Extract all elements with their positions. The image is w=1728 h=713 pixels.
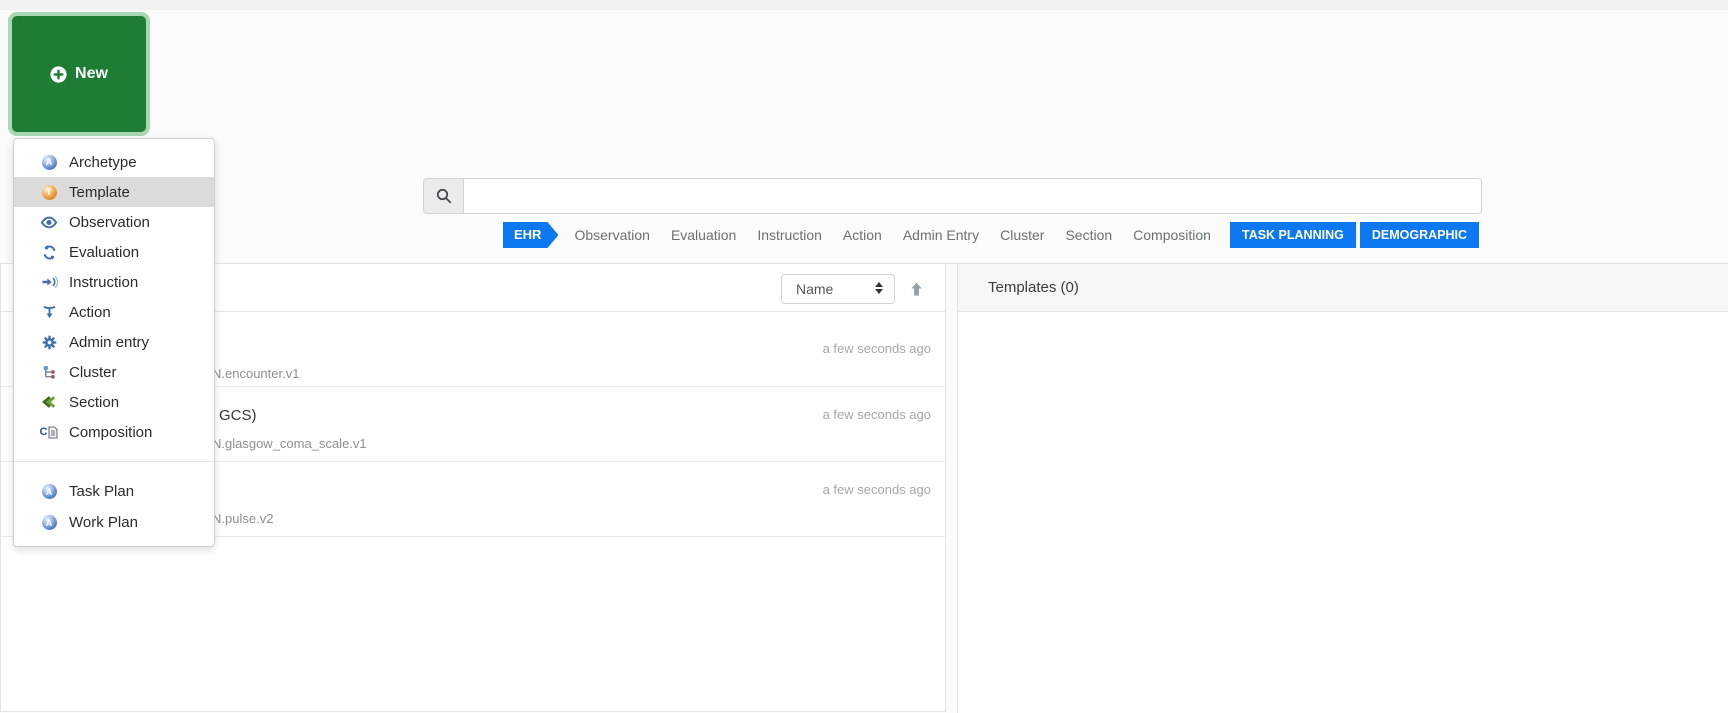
menu-item-work-plan[interactable]: A Work Plan [14,507,214,538]
new-button-label: New [75,65,108,83]
eye-icon [39,213,59,231]
search-bar [423,178,1482,214]
search-input[interactable] [463,178,1482,214]
archetype-id: N.glasgow_coma_scale.v1 [212,436,367,451]
gear-icon [39,333,59,351]
plus-circle-icon [50,66,67,83]
filter-action[interactable]: Action [843,222,882,248]
menu-item-label: Cluster [69,364,117,381]
template-icon: T [39,183,59,201]
filter-composition[interactable]: Composition [1133,222,1211,248]
select-caret-icon [875,282,883,294]
menu-item-composition[interactable]: C Composition [14,417,214,447]
filter-section[interactable]: Section [1065,222,1112,248]
menu-item-action[interactable]: Action [14,297,214,327]
menu-item-label: Observation [69,214,150,231]
filter-bar: EHR Observation Evaluation Instruction A… [503,222,1479,248]
menu-item-label: Section [69,394,119,411]
menu-item-section[interactable]: Section [14,387,214,417]
refresh-cycle-icon [39,243,59,261]
modified-timestamp: a few seconds ago [823,407,931,422]
archetype-id: N.pulse.v2 [212,511,273,526]
task-plan-icon: A [39,483,59,501]
arrow-waves-icon [39,273,59,291]
menu-item-observation[interactable]: Observation [14,207,214,237]
new-dropdown-menu: A Archetype T Template Observation Evalu… [13,138,215,547]
menu-item-label: Archetype [69,154,137,171]
menu-divider [14,461,214,462]
templates-panel: Templates (0) [957,263,1728,713]
menu-item-template[interactable]: T Template [14,177,214,207]
menu-item-label: Work Plan [69,514,138,531]
action-pin-icon [39,303,59,321]
menu-item-archetype[interactable]: A Archetype [14,147,214,177]
filter-observation[interactable]: Observation [574,222,649,248]
menu-item-label: Evaluation [69,244,139,261]
search-icon [436,188,452,204]
special-filter-group: TASK PLANNING DEMOGRAPHIC [1230,222,1479,248]
cluster-tree-icon [39,363,59,381]
archetype-title: GCS) [219,407,257,424]
modified-timestamp: a few seconds ago [823,341,931,356]
sort-by-value: Name [796,281,833,297]
menu-item-label: Admin entry [69,334,149,351]
menu-item-label: Template [69,184,130,201]
templates-panel-title: Templates (0) [958,264,1728,312]
chevron-left-icon [39,393,59,411]
filter-admin-entry[interactable]: Admin Entry [903,222,979,248]
menu-item-label: Action [69,304,111,321]
menu-item-evaluation[interactable]: Evaluation [14,237,214,267]
filter-task-planning[interactable]: TASK PLANNING [1230,222,1356,248]
filter-demographic[interactable]: DEMOGRAPHIC [1360,222,1479,248]
menu-item-task-plan[interactable]: A Task Plan [14,476,214,507]
composition-doc-icon: C [39,423,59,441]
menu-item-label: Instruction [69,274,138,291]
modified-timestamp: a few seconds ago [823,482,931,497]
filter-ehr[interactable]: EHR [503,222,558,248]
filter-instruction[interactable]: Instruction [757,222,822,248]
sort-direction-button[interactable] [904,277,928,301]
menu-item-cluster[interactable]: Cluster [14,357,214,387]
filter-evaluation[interactable]: Evaluation [671,222,736,248]
new-button[interactable]: New [12,16,146,132]
search-addon [423,178,463,214]
filter-cluster[interactable]: Cluster [1000,222,1044,248]
menu-item-label: Composition [69,424,152,441]
archetype-id: N.encounter.v1 [212,366,299,381]
sort-by-select[interactable]: Name [781,274,895,304]
archetype-icon: A [39,153,59,171]
menu-item-label: Task Plan [69,483,134,500]
work-plan-icon: A [39,514,59,532]
top-edge-strip [0,0,1728,10]
menu-item-instruction[interactable]: Instruction [14,267,214,297]
menu-item-admin-entry[interactable]: Admin entry [14,327,214,357]
arrow-up-icon [909,281,924,297]
